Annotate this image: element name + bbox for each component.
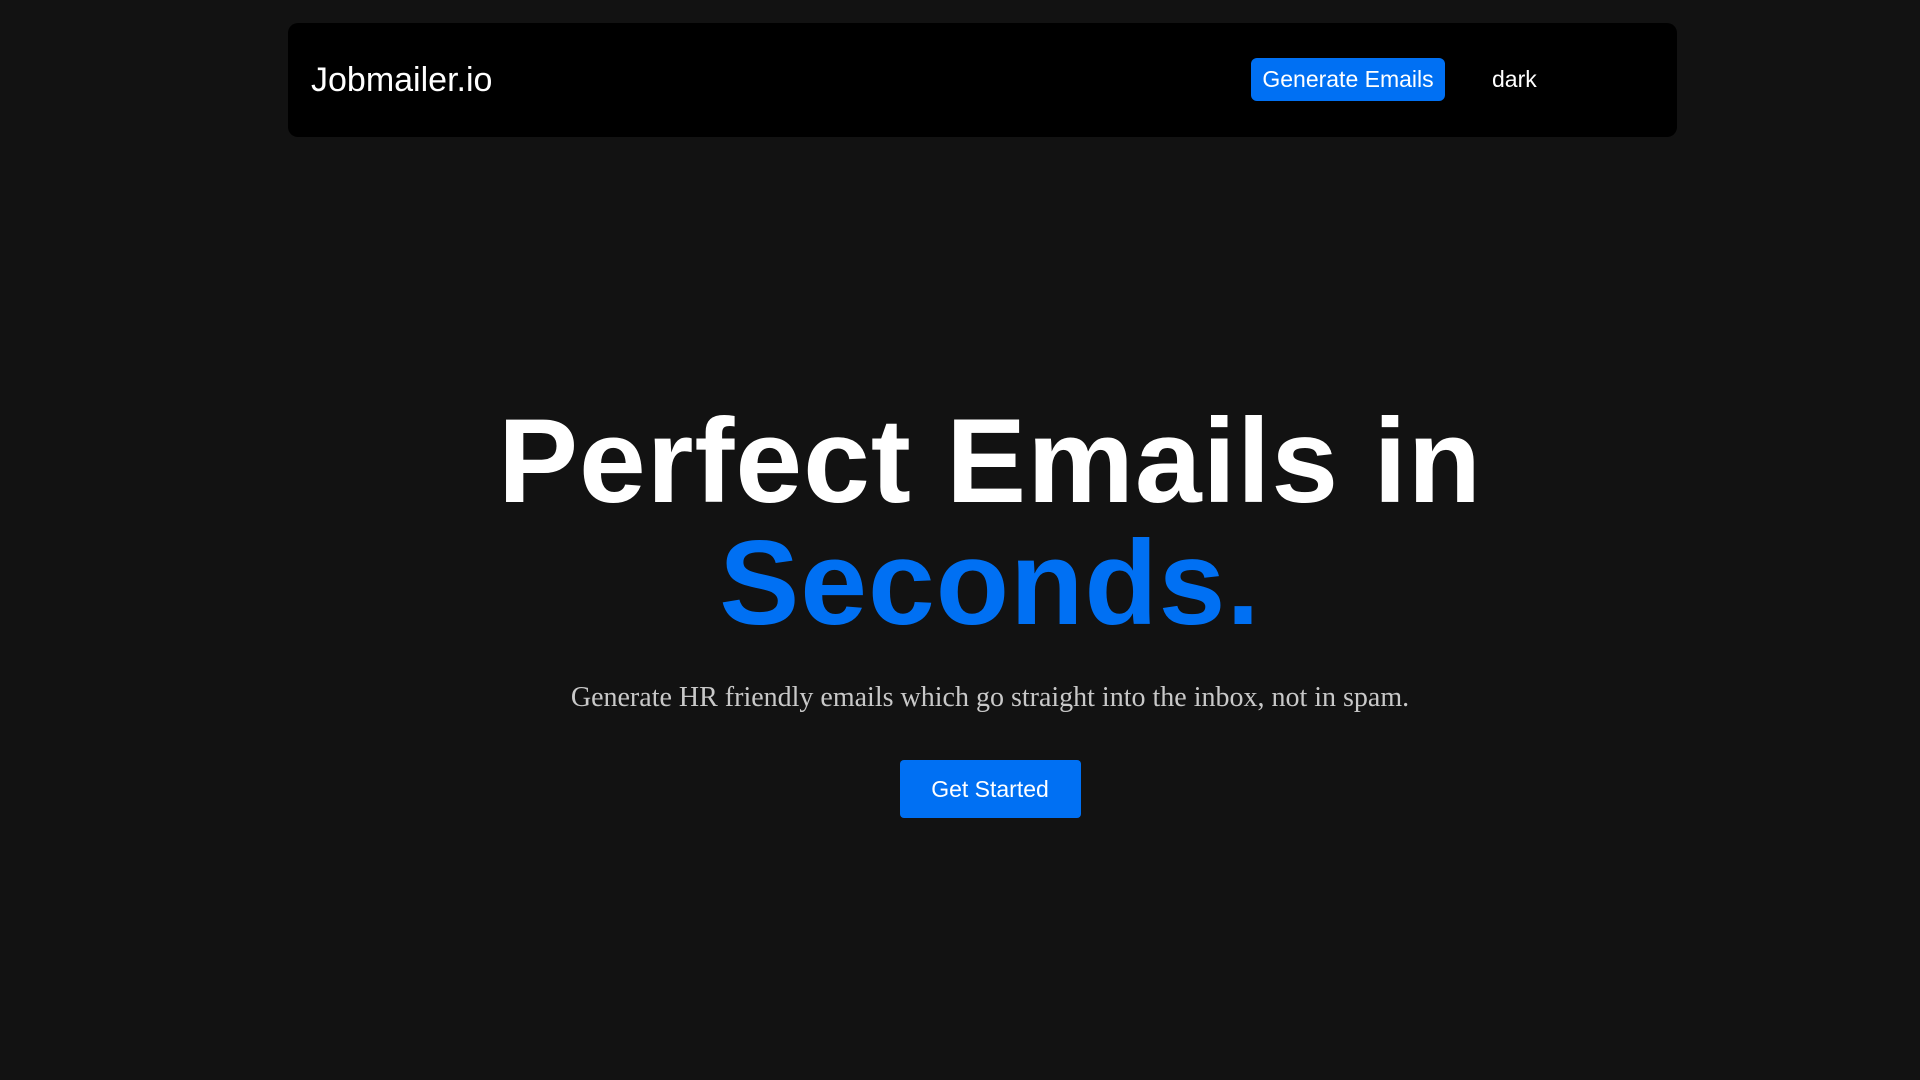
get-started-button[interactable]: Get Started [899,760,1081,818]
headline-line-1: Perfect Emails in [497,394,1483,528]
navbar: Jobmailer.io Generate Emails dark [288,23,1677,137]
hero-headline: Perfect Emails in Seconds. [0,400,1920,644]
headline-accent-word: Seconds. [719,516,1261,650]
hero-subtitle: Generate HR friendly emails which go str… [570,682,1410,713]
brand-logo-link[interactable]: Jobmailer.io [311,23,492,137]
generate-emails-button[interactable]: Generate Emails [1251,58,1445,101]
theme-toggle-button[interactable]: dark [1488,58,1541,101]
hero-section: Perfect Emails in Seconds. Generate HR f… [0,400,1920,818]
